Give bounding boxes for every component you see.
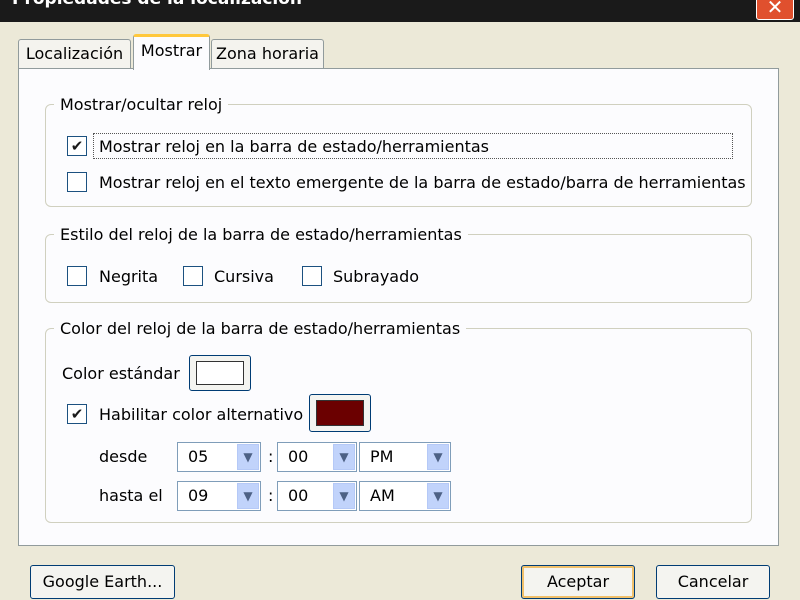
- from-minute-value: 00: [288, 447, 309, 466]
- to-ampm-select[interactable]: AM ▼: [359, 481, 451, 511]
- from-minute-select[interactable]: 00 ▼: [277, 442, 357, 472]
- tab-label: Localización: [25, 44, 124, 63]
- chevron-down-icon[interactable]: ▼: [237, 483, 259, 509]
- show-clock-legend: Mostrar/ocultar reloj: [60, 95, 223, 114]
- tab-label: Zona horaria: [216, 44, 319, 63]
- ok-button[interactable]: Aceptar: [521, 565, 635, 599]
- alternate-color-label[interactable]: Habilitar color alternativo: [99, 405, 303, 425]
- underline-checkbox[interactable]: [302, 266, 322, 286]
- chevron-down-icon[interactable]: ▼: [427, 483, 449, 509]
- show-clock-tooltip-checkbox[interactable]: [67, 172, 87, 192]
- cancel-button[interactable]: Cancelar: [656, 565, 770, 599]
- close-icon: ✕: [766, 0, 784, 19]
- show-clock-tooltip-label[interactable]: Mostrar reloj en el texto emergente de l…: [99, 173, 746, 193]
- clock-style-legend: Estilo del reloj de la barra de estado/h…: [60, 225, 462, 244]
- tab-label: Mostrar: [140, 41, 203, 60]
- from-hour-value: 05: [188, 447, 209, 466]
- show-clock-statusbar-checkbox[interactable]: [67, 136, 87, 156]
- to-label: hasta el: [99, 486, 163, 505]
- to-minute-value: 00: [288, 486, 309, 505]
- bold-checkbox[interactable]: [67, 266, 87, 286]
- to-hour-select[interactable]: 09 ▼: [177, 481, 261, 511]
- tab-zona-horaria[interactable]: Zona horaria: [211, 39, 324, 69]
- chevron-down-icon[interactable]: ▼: [333, 483, 355, 509]
- show-clock-statusbar-label[interactable]: Mostrar reloj en la barra de estado/herr…: [99, 137, 489, 157]
- underline-label[interactable]: Subrayado: [333, 267, 419, 287]
- clock-color-legend: Color del reloj de la barra de estado/he…: [60, 319, 461, 338]
- tab-panel-mostrar: Mostrar/ocultar reloj Mostrar reloj en l…: [18, 68, 779, 546]
- chevron-down-icon[interactable]: ▼: [333, 444, 355, 470]
- to-ampm-value: AM: [370, 486, 395, 505]
- standard-color-button[interactable]: [189, 355, 251, 391]
- from-ampm-select[interactable]: PM ▼: [359, 442, 451, 472]
- alternate-color-checkbox[interactable]: [67, 404, 87, 424]
- from-label: desde: [99, 447, 148, 466]
- alternate-color-swatch: [316, 400, 364, 426]
- clock-style-group: Estilo del reloj de la barra de estado/h…: [45, 225, 752, 303]
- chevron-down-icon[interactable]: ▼: [427, 444, 449, 470]
- window-title: Propiedades de la localización: [12, 0, 302, 9]
- close-button[interactable]: ✕: [756, 0, 794, 20]
- to-minute-select[interactable]: 00 ▼: [277, 481, 357, 511]
- to-hour-value: 09: [188, 486, 209, 505]
- google-earth-button[interactable]: Google Earth...: [30, 565, 175, 599]
- from-hour-select[interactable]: 05 ▼: [177, 442, 261, 472]
- alternate-color-button[interactable]: [309, 394, 371, 432]
- from-ampm-value: PM: [370, 447, 394, 466]
- time-separator: :: [268, 447, 274, 466]
- tab-mostrar[interactable]: Mostrar: [133, 34, 210, 70]
- tab-localizacion[interactable]: Localización: [18, 39, 131, 69]
- time-separator: :: [268, 486, 274, 505]
- italic-label[interactable]: Cursiva: [214, 267, 274, 287]
- title-bar: Propiedades de la localización ✕: [0, 0, 800, 22]
- italic-checkbox[interactable]: [183, 266, 203, 286]
- chevron-down-icon[interactable]: ▼: [237, 444, 259, 470]
- standard-color-swatch: [196, 361, 244, 385]
- standard-color-label: Color estándar: [62, 364, 180, 383]
- bold-label[interactable]: Negrita: [99, 267, 158, 287]
